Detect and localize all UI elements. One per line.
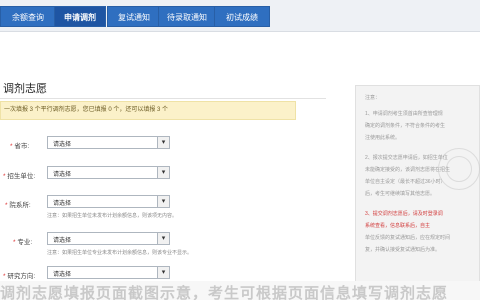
seal-inner-ring-icon	[446, 156, 472, 182]
dept-hint: 注意：如果招生单位未发布计划余额信息，则该项无内容。	[47, 213, 178, 219]
note-line-highlight: 系统查看，信息联系后，自主	[365, 223, 431, 229]
province-label: * 省市:	[10, 140, 29, 150]
caption-text: 调剂志愿填报页面截图示意，考生可根据页面信息填写调剂志愿	[0, 285, 449, 300]
notes-panel: 注意： 1、申请调剂考生须首由所查管理规 确定的调剂条件，不符合条件的考生 注使…	[355, 85, 480, 300]
note-line-highlight: 3、提交调剂志愿后，请及时登录调	[365, 211, 443, 217]
chevron-down-icon: ▾	[157, 233, 169, 244]
note-line: 确定的调剂条件，不符合条件的考生	[365, 123, 446, 129]
chevron-down-icon: ▾	[157, 137, 169, 148]
title-divider	[0, 98, 326, 99]
chevron-down-icon: ▾	[157, 267, 169, 278]
chevron-down-icon: ▾	[157, 167, 169, 178]
province-label-text: 省市:	[14, 143, 30, 150]
unit-label: * 招生单位:	[3, 170, 35, 180]
major-label-text: 专业:	[17, 239, 33, 246]
bottom-caption-strip: 调剂志愿填报页面截图示意，考生可根据页面信息填写调剂志愿	[0, 281, 480, 300]
province-select-value: 请选择	[53, 142, 72, 148]
tab-initial-scores[interactable]: 初试成绩	[214, 6, 270, 27]
tab-pending-admission[interactable]: 待录取通知	[158, 6, 216, 27]
major-label: * 专业:	[13, 236, 32, 246]
note-line: 注使用此系统。	[365, 135, 401, 141]
note-line: 单位自主设定（最长不超过36小时）	[365, 179, 446, 185]
note-line: 单位反馈的复试通知后，应在规定时间	[365, 235, 451, 241]
tab-apply-adjustment[interactable]: 申请调剂	[54, 6, 106, 27]
note-line: 复，并确认接受复试通知后为准。	[365, 247, 441, 253]
required-mark: *	[10, 143, 13, 150]
province-select[interactable]: 请选择 ▾	[47, 136, 170, 149]
tab-balance-query[interactable]: 余额查询	[0, 6, 56, 27]
major-select[interactable]: 请选择 ▾	[47, 232, 170, 245]
direction-label-text: 研究方向:	[7, 273, 36, 280]
unit-select[interactable]: 请选择 ▾	[47, 166, 170, 179]
dept-label: * 院系所:	[5, 199, 31, 209]
top-navigation-bar: 余额查询 申请调剂 复试通知 待录取通知 初试成绩	[0, 0, 480, 32]
page-title: 调剂志愿	[3, 83, 47, 95]
direction-select[interactable]: 请选择 ▾	[47, 266, 170, 279]
required-mark: *	[13, 239, 16, 246]
direction-select-value: 请选择	[53, 272, 72, 278]
dept-select[interactable]: 请选择 ▾	[47, 195, 170, 208]
required-mark: *	[5, 202, 8, 209]
note-line: 后，考生可继续填写其他志愿。	[365, 191, 436, 197]
required-mark: *	[3, 273, 6, 280]
tab-retest-notice[interactable]: 复试通知	[107, 6, 161, 27]
dept-label-text: 院系所:	[9, 202, 31, 209]
note-line: 1、申请调剂考生须首由所查管理规	[365, 111, 443, 117]
quota-notice: 一次填报 3 个平行调剂志愿，您已填报 0 个，还可以填报 3 个	[0, 101, 296, 120]
note-line: 2、报次提交志愿申请后，如招生单位	[365, 155, 448, 161]
required-mark: *	[3, 173, 6, 180]
major-select-value: 请选择	[53, 238, 72, 244]
direction-label: * 研究方向:	[3, 270, 35, 280]
chevron-down-icon: ▾	[157, 196, 169, 207]
unit-select-value: 请选择	[53, 172, 72, 178]
major-hint: 注意：如果招生单位专业未发布计划余额信息，则该专业不显示。	[47, 250, 193, 256]
unit-label-text: 招生单位:	[7, 173, 36, 180]
dept-select-value: 请选择	[53, 201, 72, 207]
note-line: 注意：	[365, 95, 381, 101]
